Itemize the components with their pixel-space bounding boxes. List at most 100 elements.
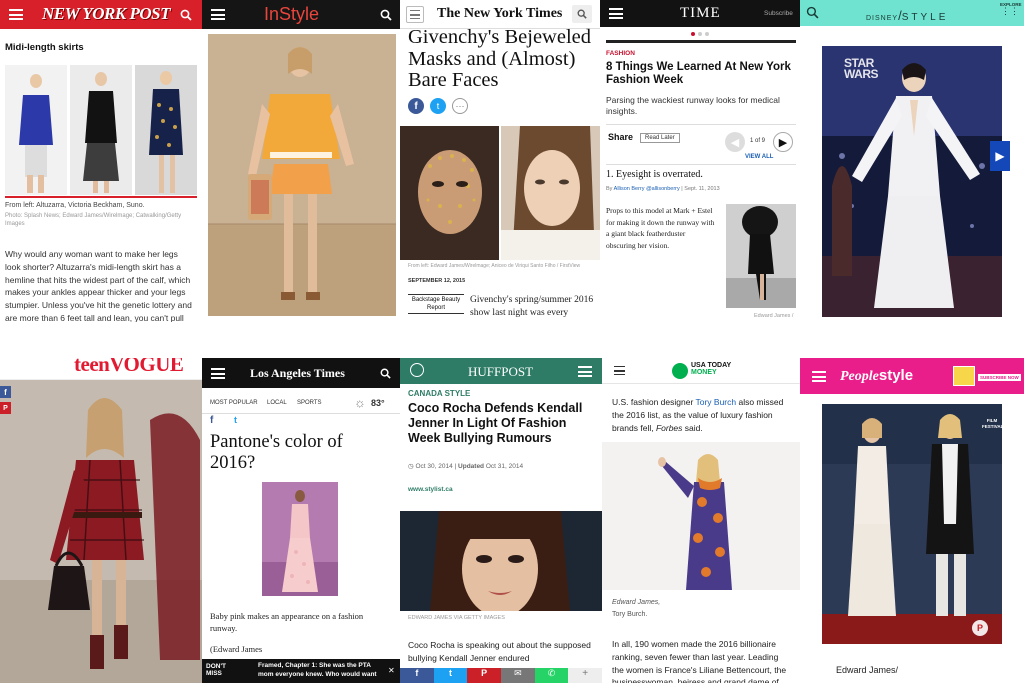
menu-button[interactable] [406, 6, 424, 23]
view-all-link[interactable]: VIEW ALL [745, 154, 773, 160]
lat-photo-credit: (Edward James [210, 644, 263, 654]
people-logo[interactable]: Peoplestyle [840, 367, 913, 385]
search-icon[interactable] [806, 6, 819, 19]
nav-sports[interactable]: SPORTS [297, 400, 322, 406]
globe-icon[interactable] [410, 363, 424, 377]
menu-icon[interactable] [812, 371, 826, 382]
nav-local[interactable]: LOCAL [267, 400, 287, 406]
nyp-header: NEW YORK POST [0, 0, 202, 29]
panel-instyle: InStyle [202, 0, 400, 322]
huff-header: HUFFPOST [400, 358, 602, 384]
nyp-logo[interactable]: NEW YORK POST [42, 4, 170, 24]
dot-active [691, 32, 695, 36]
huff-dateline: ◷ Oct 30, 2014 | Updated Oct 31, 2014 [408, 463, 524, 470]
time-rule [606, 40, 796, 43]
search-icon[interactable] [380, 9, 392, 21]
facebook-share-icon[interactable]: f [400, 668, 434, 683]
subscribe-button[interactable]: SUBSCRIBE NOW [978, 374, 1021, 381]
subscribe-link[interactable]: Subscribe [764, 10, 793, 17]
search-icon[interactable] [180, 9, 192, 21]
nav-most-popular[interactable]: MOST POPULAR [210, 400, 258, 406]
twitter-share-icon[interactable]: t [430, 98, 446, 114]
facebook-share-icon[interactable]: f [408, 98, 424, 114]
teenvogue-logo[interactable]: teenVOGUE [74, 358, 184, 377]
disney-logo[interactable]: DISNEY/STYLE [866, 7, 948, 25]
huff-photo-credit: EDWARD JAMES VIA GETTY IMAGES [408, 615, 505, 621]
time-byline: By Allison Berry @allisonberry | Sept. 1… [606, 186, 720, 192]
pinterest-save-icon[interactable]: P [972, 620, 988, 636]
instyle-logo[interactable]: InStyle [264, 4, 319, 25]
dont-miss-bar[interactable]: DON'T MISS Framed, Chapter 1: She was th… [202, 659, 400, 683]
dot [705, 32, 709, 36]
share-label[interactable]: Share [608, 132, 633, 142]
nyt-body: Givenchy's spring/summer 2016 show last … [470, 295, 594, 319]
time-section[interactable]: FASHION [606, 50, 635, 57]
pinterest-share-icon[interactable]: P [0, 402, 11, 414]
more-share-icon[interactable]: ··· [452, 98, 468, 114]
usat-intro-c: said. [682, 422, 703, 433]
facebook-share-icon[interactable]: f [0, 386, 11, 398]
time-logo[interactable]: TIME [680, 5, 721, 22]
search-icon[interactable] [380, 368, 391, 379]
people-photo [822, 404, 1002, 644]
huff-body: Coco Rocha is speaking out about the sup… [408, 640, 591, 664]
whatsapp-share-icon[interactable]: ✆ [534, 668, 569, 683]
pinterest-share-icon[interactable]: P [467, 668, 502, 683]
menu-icon[interactable] [9, 9, 23, 20]
dont-miss-label: DON'T MISS [206, 663, 226, 678]
disney-header: DISNEY/STYLE EXPLORE ⋮⋮ [800, 0, 1024, 26]
people-photo-credit: Edward James/ [836, 665, 899, 675]
lat-logo[interactable]: Los Angeles Times [250, 366, 345, 381]
next-slide-button[interactable]: ▶ [990, 141, 1010, 171]
close-icon[interactable]: ✕ [388, 666, 395, 675]
menu-icon[interactable] [609, 8, 623, 19]
menu-icon[interactable] [578, 366, 592, 377]
lat-headline: Pantone's color of 2016? [210, 432, 343, 474]
nyp-body: Why would any woman want to make her leg… [5, 249, 192, 322]
nyt-logo[interactable]: The New York Times [437, 6, 562, 22]
dont-miss-promo[interactable]: Framed, Chapter 1: She was the PTA mom e… [258, 662, 388, 680]
usat-logo-sub: MONEY [691, 369, 717, 376]
huff-section[interactable]: CANADA STYLE [408, 389, 470, 398]
lat-photo [262, 482, 338, 596]
usat-photo [602, 442, 800, 590]
magazine-cover-thumb[interactable] [953, 366, 975, 386]
huff-source-link[interactable]: www.stylist.ca [408, 486, 453, 493]
dot [698, 32, 702, 36]
twitter-share-icon[interactable]: t [234, 415, 237, 425]
usat-logo[interactable]: USA TODAY MONEY [691, 362, 731, 376]
tory-burch-link[interactable]: Tory Burch [695, 397, 736, 407]
read-later-button[interactable]: Read Later [640, 133, 680, 143]
more-share-icon[interactable]: + [568, 668, 602, 683]
usat-body: In all, 190 women made the 2016 billiona… [612, 639, 787, 683]
weather-temp[interactable]: 83° [371, 398, 385, 408]
carousel-dots[interactable] [691, 32, 709, 36]
prev-arrow-icon[interactable]: ◀ [725, 132, 745, 152]
author-link[interactable]: Allison Berry [614, 186, 645, 192]
menu-icon[interactable] [211, 9, 225, 20]
next-arrow-icon[interactable]: ▶ [773, 132, 793, 152]
weather-sun-icon: ☼ [354, 395, 366, 410]
huff-updated: Oct 31, 2014 [485, 463, 524, 470]
huff-logo[interactable]: HUFFPOST [468, 364, 533, 380]
usat-logo-dot[interactable] [672, 363, 688, 379]
panel-huffpost: HUFFPOST CANADA STYLE Coco Rocha Defends… [400, 358, 602, 683]
panel-disney-style: DISNEY/STYLE EXPLORE ⋮⋮ STAR WARS ▶ [800, 0, 1024, 322]
nyt-photo-credit: From left: Edward James/Wirelmage; Anice… [408, 263, 581, 269]
email-share-icon[interactable]: ✉ [501, 668, 535, 683]
twitter-share-icon[interactable]: t [433, 668, 468, 683]
nyt-date: SEPTEMBER 12, 2015 [408, 278, 466, 284]
nyt-section-label[interactable]: Backstage Beauty Report [408, 294, 464, 315]
menu-icon [410, 10, 420, 19]
menu-icon[interactable] [614, 366, 625, 375]
people-logo-a: People [840, 369, 879, 384]
explore-menu[interactable]: EXPLORE ⋮⋮ [1000, 2, 1022, 16]
facebook-share-icon[interactable]: f [210, 415, 213, 426]
teenvogue-runway-photo [0, 380, 202, 683]
festival-board: FILM FESTIVAL [982, 418, 1003, 430]
search-button[interactable] [572, 5, 592, 23]
panel-usa-today: USA TODAY MONEY U.S. fashion designer To… [602, 358, 800, 683]
search-icon [577, 9, 587, 19]
menu-icon[interactable] [211, 368, 225, 379]
author-handle[interactable]: @allisonberry [646, 186, 680, 192]
